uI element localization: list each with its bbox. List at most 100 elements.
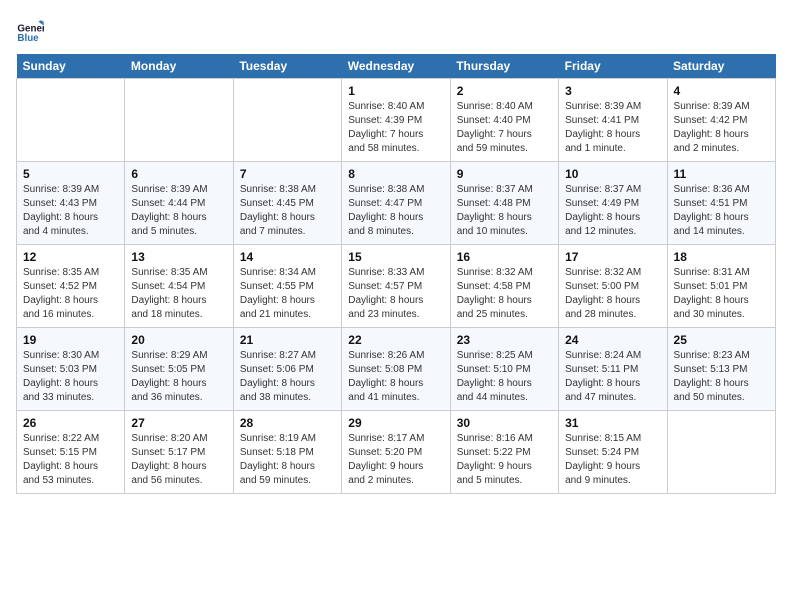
calendar-cell: 2 Sunrise: 8:40 AM Sunset: 4:40 PM Daylig… [450, 79, 558, 162]
calendar-cell: 23 Sunrise: 8:25 AM Sunset: 5:10 PM Dayli… [450, 328, 558, 411]
calendar-cell: 8 Sunrise: 8:38 AM Sunset: 4:47 PM Daylig… [342, 162, 450, 245]
day-info: Sunrise: 8:27 AM Sunset: 5:06 PM Dayligh… [240, 349, 335, 405]
day-info: Sunrise: 8:16 AM Sunset: 5:22 PM Dayligh… [457, 432, 552, 488]
column-header-saturday: Saturday [667, 54, 775, 79]
page-header: General Blue [16, 16, 776, 44]
day-info: Sunrise: 8:38 AM Sunset: 4:47 PM Dayligh… [348, 183, 443, 239]
day-number: 14 [240, 250, 335, 264]
calendar-cell: 6 Sunrise: 8:39 AM Sunset: 4:44 PM Daylig… [125, 162, 233, 245]
day-info: Sunrise: 8:36 AM Sunset: 4:51 PM Dayligh… [674, 183, 769, 239]
day-info: Sunrise: 8:25 AM Sunset: 5:10 PM Dayligh… [457, 349, 552, 405]
day-number: 15 [348, 250, 443, 264]
day-number: 29 [348, 416, 443, 430]
calendar-cell: 27Sunrise: 8:20 AM Sunset: 5:17 PM Dayli… [125, 411, 233, 494]
day-number: 21 [240, 333, 335, 347]
day-number: 6 [131, 167, 226, 181]
day-info: Sunrise: 8:15 AM Sunset: 5:24 PM Dayligh… [565, 432, 660, 488]
week-row-1: 1 Sunrise: 8:40 AM Sunset: 4:39 PM Daylig… [17, 79, 776, 162]
day-number: 30 [457, 416, 552, 430]
day-info: Sunrise: 8:35 AM Sunset: 4:52 PM Dayligh… [23, 266, 118, 322]
calendar-header: SundayMondayTuesdayWednesdayThursdayFrid… [17, 54, 776, 79]
calendar-cell: 14 Sunrise: 8:34 AM Sunset: 4:55 PM Dayli… [233, 245, 341, 328]
day-number: 18 [674, 250, 769, 264]
day-number: 25 [674, 333, 769, 347]
calendar-cell: 9 Sunrise: 8:37 AM Sunset: 4:48 PM Daylig… [450, 162, 558, 245]
day-number: 26 [23, 416, 118, 430]
day-number: 17 [565, 250, 660, 264]
svg-text:Blue: Blue [17, 33, 39, 44]
day-number: 2 [457, 84, 552, 98]
day-info: Sunrise: 8:37 AM Sunset: 4:48 PM Dayligh… [457, 183, 552, 239]
calendar-cell: 7 Sunrise: 8:38 AM Sunset: 4:45 PM Daylig… [233, 162, 341, 245]
calendar-cell: 26 Sunrise: 8:22 AM Sunset: 5:15 PM Dayli… [17, 411, 125, 494]
week-row-4: 19Sunrise: 8:30 AM Sunset: 5:03 PM Dayli… [17, 328, 776, 411]
day-number: 11 [674, 167, 769, 181]
calendar-cell: 16 Sunrise: 8:32 AM Sunset: 4:58 PM Dayli… [450, 245, 558, 328]
column-header-sunday: Sunday [17, 54, 125, 79]
day-info: Sunrise: 8:34 AM Sunset: 4:55 PM Dayligh… [240, 266, 335, 322]
day-info: Sunrise: 8:32 AM Sunset: 4:58 PM Dayligh… [457, 266, 552, 322]
day-info: Sunrise: 8:31 AM Sunset: 5:01 PM Dayligh… [674, 266, 769, 322]
day-number: 4 [674, 84, 769, 98]
day-info: Sunrise: 8:17 AM Sunset: 5:20 PM Dayligh… [348, 432, 443, 488]
calendar-cell [667, 411, 775, 494]
calendar-cell: 20Sunrise: 8:29 AM Sunset: 5:05 PM Dayli… [125, 328, 233, 411]
calendar-cell: 29 Sunrise: 8:17 AM Sunset: 5:20 PM Dayli… [342, 411, 450, 494]
calendar-cell: 25 Sunrise: 8:23 AM Sunset: 5:13 PM Dayli… [667, 328, 775, 411]
calendar-cell: 3Sunrise: 8:39 AM Sunset: 4:41 PM Daylig… [559, 79, 667, 162]
day-info: Sunrise: 8:33 AM Sunset: 4:57 PM Dayligh… [348, 266, 443, 322]
logo-icon: General Blue [16, 16, 44, 44]
calendar-cell: 10 Sunrise: 8:37 AM Sunset: 4:49 PM Dayli… [559, 162, 667, 245]
day-number: 5 [23, 167, 118, 181]
week-row-5: 26 Sunrise: 8:22 AM Sunset: 5:15 PM Dayli… [17, 411, 776, 494]
calendar-cell: 13 Sunrise: 8:35 AM Sunset: 4:54 PM Dayli… [125, 245, 233, 328]
logo: General Blue [16, 16, 48, 44]
calendar-cell: 15 Sunrise: 8:33 AM Sunset: 4:57 PM Dayli… [342, 245, 450, 328]
day-number: 16 [457, 250, 552, 264]
calendar-cell [17, 79, 125, 162]
calendar-cell [125, 79, 233, 162]
day-number: 1 [348, 84, 443, 98]
day-info: Sunrise: 8:22 AM Sunset: 5:15 PM Dayligh… [23, 432, 118, 488]
day-number: 8 [348, 167, 443, 181]
day-number: 9 [457, 167, 552, 181]
day-info: Sunrise: 8:19 AM Sunset: 5:18 PM Dayligh… [240, 432, 335, 488]
day-number: 7 [240, 167, 335, 181]
day-info: Sunrise: 8:35 AM Sunset: 4:54 PM Dayligh… [131, 266, 226, 322]
calendar-cell: 21 Sunrise: 8:27 AM Sunset: 5:06 PM Dayli… [233, 328, 341, 411]
day-number: 28 [240, 416, 335, 430]
day-number: 13 [131, 250, 226, 264]
calendar-cell: 22Sunrise: 8:26 AM Sunset: 5:08 PM Dayli… [342, 328, 450, 411]
day-number: 31 [565, 416, 660, 430]
calendar-cell: 30 Sunrise: 8:16 AM Sunset: 5:22 PM Dayli… [450, 411, 558, 494]
week-row-3: 12Sunrise: 8:35 AM Sunset: 4:52 PM Dayli… [17, 245, 776, 328]
calendar-cell: 11 Sunrise: 8:36 AM Sunset: 4:51 PM Dayli… [667, 162, 775, 245]
day-info: Sunrise: 8:24 AM Sunset: 5:11 PM Dayligh… [565, 349, 660, 405]
day-info: Sunrise: 8:23 AM Sunset: 5:13 PM Dayligh… [674, 349, 769, 405]
calendar-cell: 28 Sunrise: 8:19 AM Sunset: 5:18 PM Dayli… [233, 411, 341, 494]
day-number: 19 [23, 333, 118, 347]
day-info: Sunrise: 8:32 AM Sunset: 5:00 PM Dayligh… [565, 266, 660, 322]
day-info: Sunrise: 8:39 AM Sunset: 4:41 PM Dayligh… [565, 100, 660, 156]
column-header-wednesday: Wednesday [342, 54, 450, 79]
calendar-cell: 24 Sunrise: 8:24 AM Sunset: 5:11 PM Dayli… [559, 328, 667, 411]
calendar-cell: 1 Sunrise: 8:40 AM Sunset: 4:39 PM Daylig… [342, 79, 450, 162]
calendar-cell: 18 Sunrise: 8:31 AM Sunset: 5:01 PM Dayli… [667, 245, 775, 328]
day-info: Sunrise: 8:37 AM Sunset: 4:49 PM Dayligh… [565, 183, 660, 239]
day-info: Sunrise: 8:40 AM Sunset: 4:40 PM Dayligh… [457, 100, 552, 156]
day-info: Sunrise: 8:39 AM Sunset: 4:43 PM Dayligh… [23, 183, 118, 239]
day-number: 20 [131, 333, 226, 347]
day-number: 27 [131, 416, 226, 430]
day-number: 10 [565, 167, 660, 181]
day-info: Sunrise: 8:39 AM Sunset: 4:44 PM Dayligh… [131, 183, 226, 239]
day-number: 24 [565, 333, 660, 347]
day-number: 23 [457, 333, 552, 347]
day-info: Sunrise: 8:38 AM Sunset: 4:45 PM Dayligh… [240, 183, 335, 239]
calendar-cell: 17 Sunrise: 8:32 AM Sunset: 5:00 PM Dayli… [559, 245, 667, 328]
calendar-cell: 12Sunrise: 8:35 AM Sunset: 4:52 PM Dayli… [17, 245, 125, 328]
calendar-cell [233, 79, 341, 162]
calendar-table: SundayMondayTuesdayWednesdayThursdayFrid… [16, 54, 776, 494]
day-info: Sunrise: 8:40 AM Sunset: 4:39 PM Dayligh… [348, 100, 443, 156]
column-header-friday: Friday [559, 54, 667, 79]
day-info: Sunrise: 8:39 AM Sunset: 4:42 PM Dayligh… [674, 100, 769, 156]
